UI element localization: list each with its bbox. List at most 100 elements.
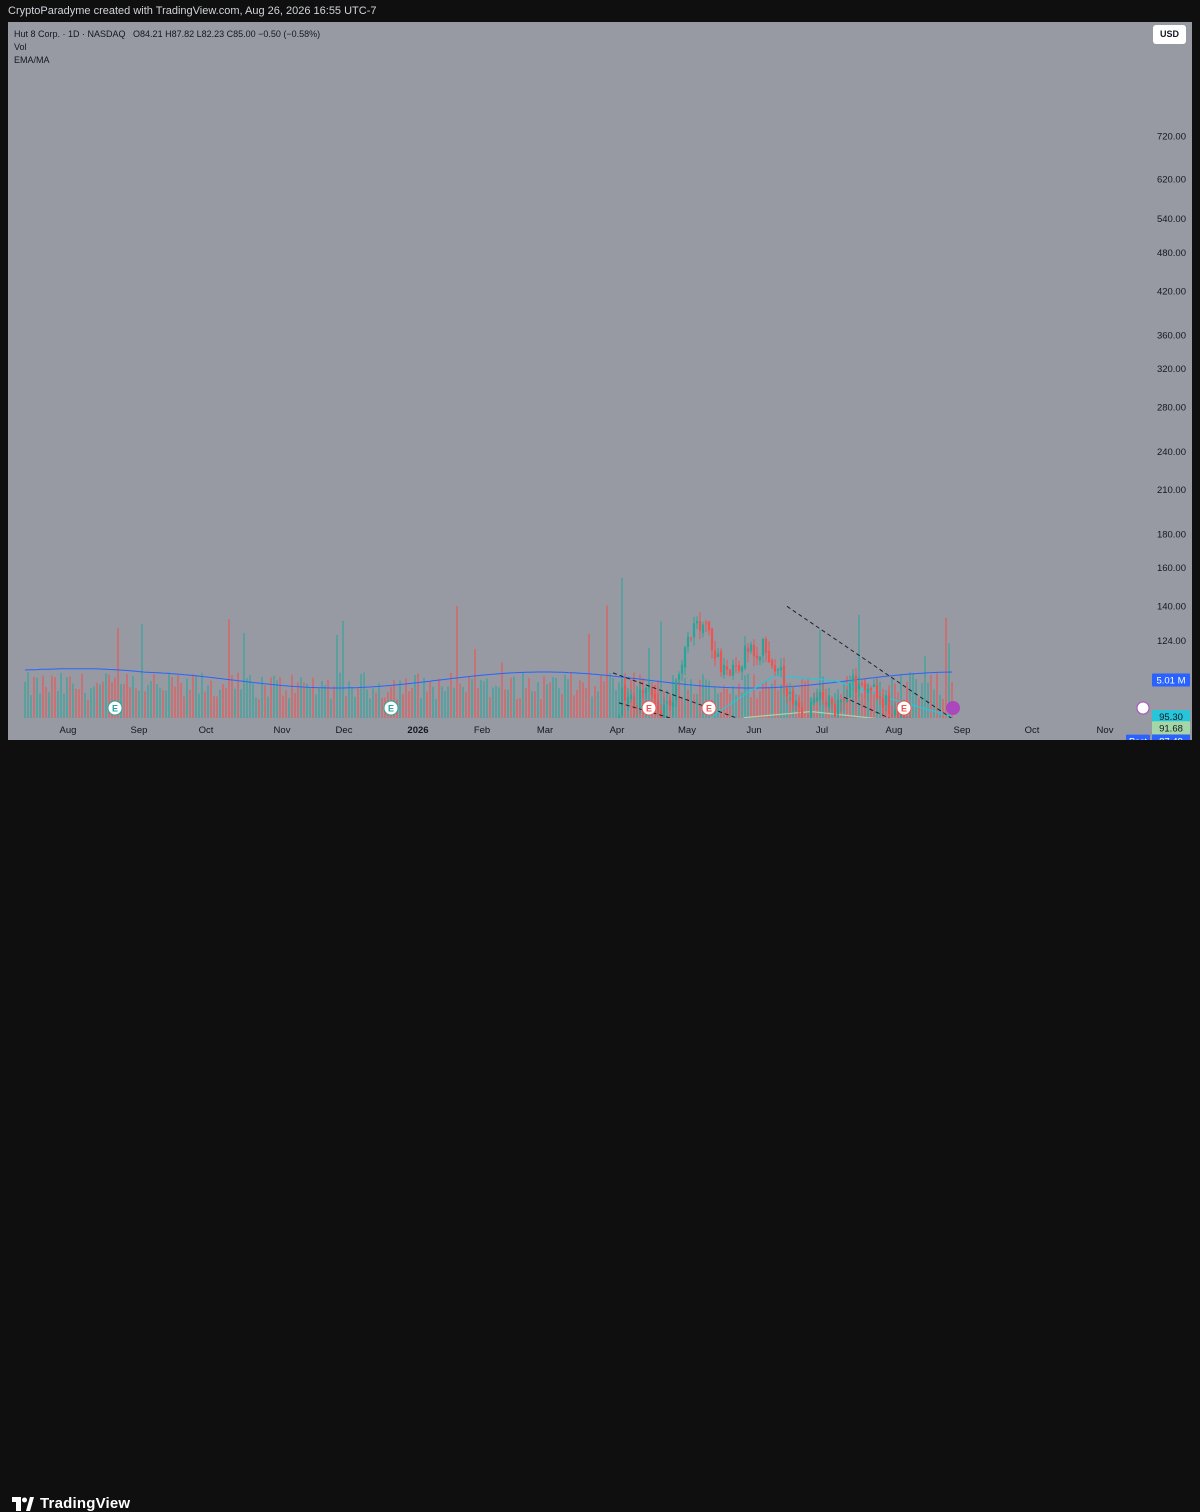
candle-body (701, 624, 705, 634)
currency-button[interactable]: USD (1153, 25, 1186, 44)
ema-ma-indicator-label[interactable]: EMA/MA (14, 54, 320, 67)
volume-bar (156, 684, 158, 718)
candle-body (752, 644, 756, 657)
volume-bar (66, 677, 68, 718)
volume-bar (195, 675, 197, 718)
volume-indicator-label[interactable]: Vol (14, 41, 320, 54)
volume-bar (552, 677, 554, 718)
volume-bar (255, 697, 257, 718)
volume-bar (351, 687, 353, 718)
candle-body (764, 638, 768, 653)
volume-bar (297, 682, 299, 718)
time-axis-label: Oct (199, 725, 214, 736)
tradingview-brand[interactable]: TradingView (12, 1495, 130, 1512)
volume-bar (942, 698, 944, 718)
candle-body (881, 698, 885, 708)
volume-bar (291, 674, 293, 718)
volume-bar (612, 678, 614, 718)
volume-bar (462, 686, 464, 718)
volume-bar (162, 690, 164, 718)
volume-bar (39, 693, 41, 718)
volume-bar (588, 633, 590, 718)
candle-body (620, 687, 624, 716)
volume-bar (681, 697, 683, 718)
volume-bar (414, 674, 416, 718)
candle-body (860, 683, 864, 685)
volume-bar (360, 674, 362, 718)
volume-bar (201, 672, 203, 718)
symbol-ohlc-row[interactable]: Hut 8 Corp. · 1D · NASDAQ O84.21 H87.82 … (14, 28, 320, 41)
volume-bar (594, 686, 596, 718)
volume-bar (438, 678, 440, 718)
time-axis-label: 2026 (407, 725, 428, 736)
volume-bar (534, 691, 536, 718)
candle-body (833, 703, 837, 717)
volume-bar (423, 678, 425, 718)
candle-body (710, 628, 714, 651)
candle-body (818, 692, 822, 700)
volume-bar (564, 674, 566, 718)
volume-bar (75, 688, 77, 718)
candle-body (671, 702, 675, 707)
volume-bar (561, 693, 563, 718)
candle-body (623, 685, 627, 701)
price-tick-label: 140.00 (1157, 601, 1186, 612)
volume-bar (603, 681, 605, 718)
volume-bar (504, 689, 506, 718)
volume-bar (579, 680, 581, 718)
volume-bar (207, 685, 209, 718)
time-axis-label: Feb (474, 725, 490, 736)
price-tick-label: 420.00 (1157, 286, 1186, 297)
symbol-info: Hut 8 Corp. · 1D · NASDAQ (14, 29, 126, 39)
volume-bar (228, 619, 230, 718)
candle-body (812, 698, 816, 704)
candle-body (863, 683, 867, 691)
volume-bar (432, 686, 434, 718)
volume-bar (543, 676, 545, 718)
candle-body (854, 675, 858, 693)
volume-bar (609, 673, 611, 718)
price-label-text: 5.01 M (1156, 676, 1185, 687)
volume-bar (213, 696, 215, 718)
candle-body (698, 621, 702, 631)
price-tick-label: 480.00 (1157, 248, 1186, 259)
volume-bar (282, 695, 284, 718)
price-tick-label: 720.00 (1157, 132, 1186, 143)
volume-bar (147, 685, 149, 718)
volume-bar (570, 672, 572, 718)
candle-body (629, 694, 633, 699)
candle-body (680, 664, 684, 674)
volume-bar (69, 676, 71, 718)
volume-bar (219, 689, 221, 718)
candle-body (668, 699, 672, 706)
candle-body (866, 688, 870, 693)
candle-body (689, 638, 693, 640)
volume-bar (231, 675, 233, 718)
volume-bar (141, 624, 143, 718)
ohlc-values: O84.21 H87.82 L82.23 C85.00 −0.50 (−0.58… (133, 29, 321, 39)
volume-bar (99, 684, 101, 718)
volume-bar (129, 687, 131, 718)
candle-body (656, 700, 660, 713)
volume-bar (144, 691, 146, 718)
volume-bar (696, 693, 698, 718)
price-tick-label: 160.00 (1157, 563, 1186, 574)
volume-bar (186, 678, 188, 718)
volume-bar (516, 699, 518, 718)
volume-bar (573, 695, 575, 718)
volume-bar (327, 679, 329, 718)
volume-bar (738, 683, 740, 718)
volume-bar (27, 672, 29, 718)
candle-body (857, 683, 861, 690)
candle-body (722, 664, 726, 675)
volume-bar (270, 677, 272, 718)
volume-bar (918, 698, 920, 718)
candlestick-chart[interactable]: E E E E E 720.00 620.00 540.00 480.00 420.00 360.0… (0, 0, 1200, 787)
time-axis-label: Oct (1025, 725, 1040, 736)
candle-body (788, 692, 792, 695)
volume-bar (486, 678, 488, 718)
time-axis-label: Aug (886, 725, 903, 736)
candle-body (626, 697, 630, 704)
price-tick-label: 360.00 (1157, 330, 1186, 341)
volume-bar (729, 693, 731, 718)
